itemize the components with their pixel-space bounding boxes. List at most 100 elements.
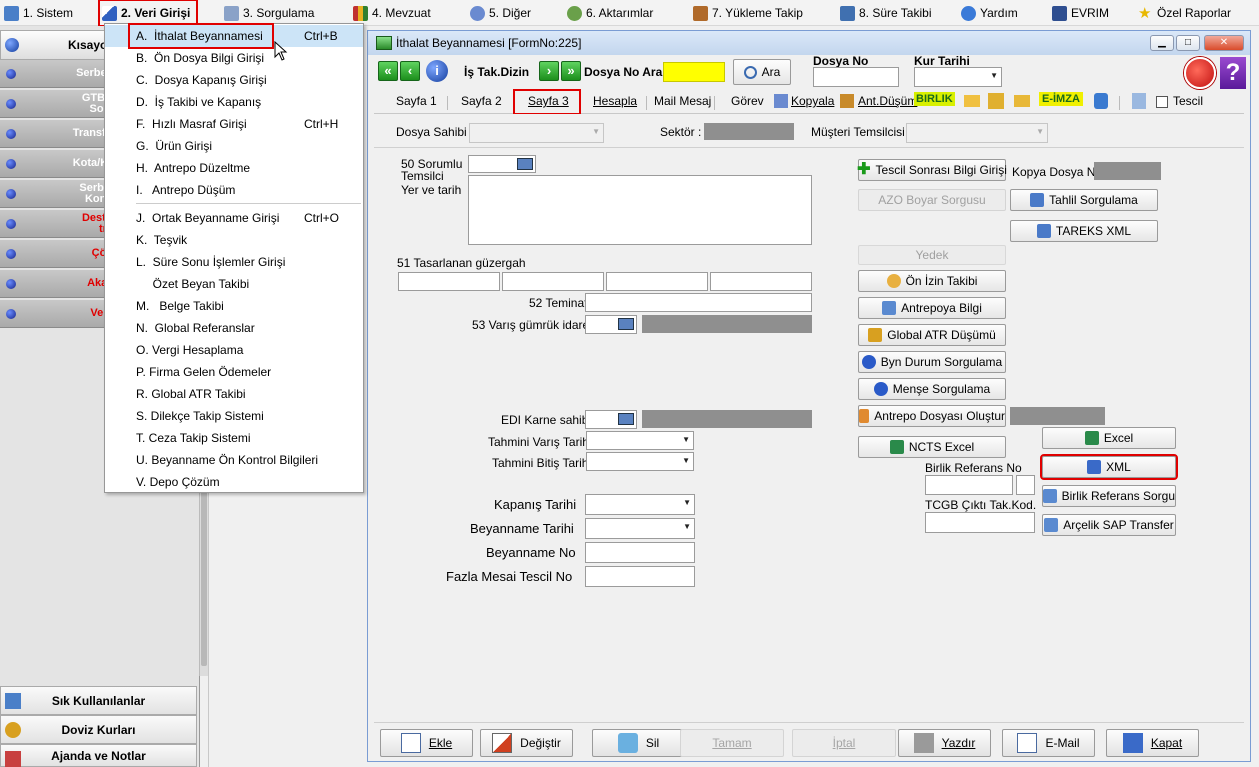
yedek-button[interactable]: Yedek <box>858 245 1006 265</box>
ncts-excel-button[interactable]: NCTS Excel <box>858 436 1006 458</box>
tahlil-sorgulama-button[interactable]: Tahlil Sorgulama <box>1010 189 1158 211</box>
dropdown-item[interactable]: R. Global ATR Takibi <box>105 383 363 405</box>
db-icon[interactable] <box>1094 93 1108 109</box>
fazla-mesai-input[interactable] <box>585 566 695 587</box>
guzergah-input-3[interactable] <box>606 272 708 291</box>
scrollbar-thumb[interactable] <box>201 466 207 666</box>
guzergah-input-4[interactable] <box>710 272 812 291</box>
antrepoya-bilgi-button[interactable]: Antrepoya Bilgi <box>858 297 1006 319</box>
tahmini-varis-select[interactable] <box>586 431 694 450</box>
byn-durum-button[interactable]: Byn Durum Sorgulama <box>858 351 1006 373</box>
guzergah-input-2[interactable] <box>502 272 604 291</box>
kapat-button[interactable]: Kapat <box>1106 729 1199 757</box>
stop-icon[interactable] <box>1184 57 1216 89</box>
birlik-button[interactable]: BIRLIK <box>914 92 955 106</box>
kapanis-tarihi-select[interactable] <box>585 494 695 515</box>
last-record-button[interactable]: » <box>561 61 581 81</box>
tareks-xml-button[interactable]: TAREKS XML <box>1010 220 1158 242</box>
close-button[interactable]: ✕ <box>1204 35 1244 51</box>
minimize-button[interactable]: ▁ <box>1150 35 1174 51</box>
tcgb-cikti-input[interactable] <box>925 512 1035 533</box>
dropdown-item[interactable]: F. Hızlı Masraf Girişi Ctrl+H <box>105 113 363 135</box>
dropdown-item[interactable]: P. Firma Gelen Ödemeler <box>105 361 363 383</box>
tamam-button[interactable]: Tamam <box>680 729 784 757</box>
email-button[interactable]: E-Mail <box>1002 729 1095 757</box>
dropdown-item[interactable]: U. Beyanname Ön Kontrol Bilgileri <box>105 449 363 471</box>
tab-sayfa-3[interactable]: Sayfa 3 <box>528 94 569 108</box>
yer-ve-tarih-textarea[interactable] <box>468 175 812 245</box>
iptal-button[interactable]: İptal <box>792 729 896 757</box>
dropdown-item[interactable]: B. Ön Dosya Bilgi Girişi <box>105 47 363 69</box>
maximize-button[interactable]: □ <box>1176 35 1200 51</box>
menu-ozel-raporlar[interactable]: ★ Özel Raporlar <box>1138 2 1231 24</box>
dropdown-item[interactable]: N. Global Referanslar <box>105 317 363 339</box>
e-imza-button[interactable]: E-İMZA <box>1039 92 1083 106</box>
beyanname-tarihi-select[interactable] <box>585 518 695 539</box>
tab-mail-mesaj[interactable]: Mail Mesaj <box>654 94 711 108</box>
tescil-checkbox[interactable] <box>1156 96 1168 108</box>
open-folder-icon[interactable] <box>1014 95 1030 107</box>
dropdown-item[interactable]: S. Dilekçe Takip Sistemi <box>105 405 363 427</box>
lookup-icon[interactable] <box>618 318 634 330</box>
dropdown-item[interactable]: G. Ürün Girişi <box>105 135 363 157</box>
yazdir-button[interactable]: Yazdır <box>898 729 991 757</box>
menu-aktarimlar[interactable]: 6. Aktarımlar <box>567 2 653 24</box>
menu-sistem[interactable]: 1. Sistem <box>4 2 73 24</box>
menu-yardim[interactable]: Yardım <box>961 2 1018 24</box>
arcelik-sap-button[interactable]: Arçelik SAP Transfer <box>1042 514 1176 536</box>
previous-record-button[interactable]: ‹ <box>400 61 420 81</box>
musteri-temsilcisi-select[interactable] <box>906 123 1048 143</box>
kur-tarihi-select[interactable] <box>914 67 1002 87</box>
menu-evrim[interactable]: EVRIM <box>1052 2 1109 24</box>
first-record-button[interactable]: « <box>378 61 398 81</box>
sil-button[interactable]: Sil <box>592 729 685 757</box>
birlik-referans-no-suffix[interactable] <box>1016 475 1035 495</box>
azo-boyar-button[interactable]: AZO Boyar Sorgusu <box>858 189 1006 211</box>
ara-button[interactable]: Ara <box>733 59 791 85</box>
varis-gumruk-input[interactable] <box>585 315 637 334</box>
tab-hesapla[interactable]: Hesapla <box>593 94 637 108</box>
degistir-button[interactable]: Değiştir <box>480 729 573 757</box>
dropdown-item[interactable]: C. Dosya Kapanış Girişi <box>105 69 363 91</box>
dosya-no-input[interactable] <box>813 67 899 87</box>
on-izin-button[interactable]: Ön İzin Takibi <box>858 270 1006 292</box>
help-icon[interactable]: ? <box>1220 57 1246 89</box>
menu-diger[interactable]: 5. Diğer <box>470 2 531 24</box>
dosya-no-search-input[interactable] <box>663 62 725 82</box>
lookup-icon[interactable] <box>517 158 533 170</box>
mense-sorgulama-button[interactable]: Menşe Sorgulama <box>858 378 1006 400</box>
xml-button[interactable]: XML <box>1040 454 1178 480</box>
dosya-sahibi-select[interactable] <box>469 123 604 143</box>
ajanda-button[interactable]: Ajanda ve Notlar <box>0 744 197 767</box>
beyanname-no-input[interactable] <box>585 542 695 563</box>
dropdown-item[interactable]: A. İthalat Beyannamesi Ctrl+B <box>105 23 363 49</box>
dropdown-item[interactable]: J. Ortak Beyanname Girişi Ctrl+O <box>105 207 363 229</box>
ekle-button[interactable]: Ekle <box>380 729 473 757</box>
tab-gorev[interactable]: Görev <box>731 94 764 108</box>
menu-yukleme-takip[interactable]: 7. Yükleme Takip <box>693 2 803 24</box>
dropdown-item[interactable]: T. Ceza Takip Sistemi <box>105 427 363 449</box>
dropdown-item[interactable]: V. Depo Çözüm <box>105 471 363 493</box>
global-atr-button[interactable]: Global ATR Düşümü <box>858 324 1006 346</box>
menu-mevzuat[interactable]: 4. Mevzuat <box>353 2 431 24</box>
doviz-kurlari-button[interactable]: Doviz Kurları <box>0 715 197 744</box>
dropdown-item[interactable]: M. Belge Takibi <box>105 295 363 317</box>
edi-karne-input[interactable] <box>585 410 637 429</box>
teminat-input[interactable] <box>585 293 812 312</box>
excel-button[interactable]: Excel <box>1042 427 1176 449</box>
dropdown-item[interactable]: H. Antrepo Düzeltme <box>105 157 363 179</box>
guzergah-input-1[interactable] <box>398 272 500 291</box>
menu-sure-takibi[interactable]: 8. Süre Takibi <box>840 2 932 24</box>
birlik-referans-no-input[interactable] <box>925 475 1013 495</box>
tescil-sonrasi-button[interactable]: ✚ Tescil Sonrası Bilgi Girişi <box>857 159 1007 181</box>
dropdown-item[interactable]: K. Teşvik <box>105 229 363 251</box>
antrepo-dosyasi-button[interactable]: Antrepo Dosyası Oluştur <box>858 405 1006 427</box>
dropdown-item[interactable]: D. İş Takibi ve Kapanış <box>105 91 363 113</box>
search-doc-icon[interactable] <box>1132 93 1146 109</box>
dropdown-item[interactable]: L. Süre Sonu İşlemler Girişi <box>105 251 363 273</box>
birlik-referans-sorgu-button[interactable]: Birlik Referans Sorgu <box>1042 485 1176 507</box>
dropdown-item[interactable]: O. Vergi Hesaplama <box>105 339 363 361</box>
menu-sorgulama[interactable]: 3. Sorgulama <box>224 2 314 24</box>
dropdown-item[interactable]: I. Antrepo Düşüm <box>105 179 363 201</box>
upload-icon[interactable] <box>988 93 1004 109</box>
